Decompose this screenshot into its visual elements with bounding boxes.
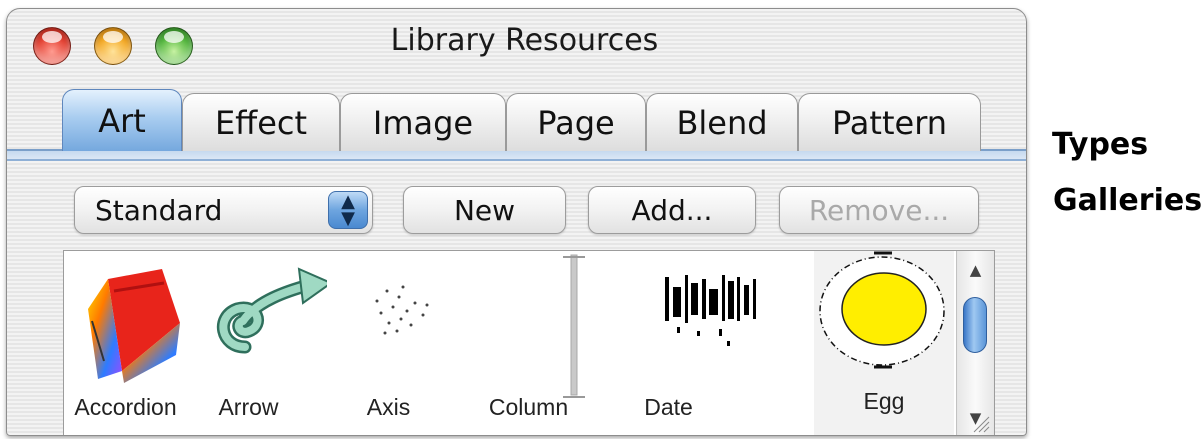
gallery-item-accordion[interactable]: Accordion bbox=[64, 251, 187, 435]
tab-blend[interactable]: Blend bbox=[646, 93, 798, 151]
gallery-item-label: Date bbox=[644, 394, 693, 420]
galleries-annotation: Galleries bbox=[1053, 183, 1203, 218]
title-bar[interactable]: Library Resources bbox=[7, 9, 1026, 73]
window-title: Library Resources bbox=[390, 23, 659, 58]
gallery-panel: Accordion Arrow Axis Column Date Egg ▲ ▼ bbox=[63, 250, 995, 435]
gallery-item-date[interactable]: Date bbox=[607, 251, 756, 435]
tab-art[interactable]: Art bbox=[62, 89, 182, 151]
tab-pattern[interactable]: Pattern bbox=[798, 93, 981, 151]
scroll-thumb[interactable] bbox=[963, 297, 987, 353]
types-annotation: Types bbox=[1052, 127, 1149, 162]
axis-art-icon bbox=[375, 285, 429, 335]
gallery-item-label: Accordion bbox=[74, 394, 177, 420]
gallery-item-label: Axis bbox=[366, 394, 411, 420]
gallery-item-axis[interactable]: Axis bbox=[327, 251, 450, 435]
gallery-select[interactable]: Standard ▲ ▼ bbox=[74, 186, 373, 234]
date-art-icon bbox=[665, 275, 756, 346]
add-button[interactable]: Add... bbox=[588, 186, 756, 234]
gallery-item-column[interactable]: Column bbox=[467, 251, 590, 435]
gallery-scrollbar[interactable]: ▲ ▼ bbox=[956, 251, 994, 435]
gallery-select-value: Standard bbox=[95, 193, 223, 227]
tab-effect[interactable]: Effect bbox=[182, 93, 340, 151]
gallery-item-egg[interactable]: Egg bbox=[814, 251, 954, 435]
tab-image[interactable]: Image bbox=[340, 93, 506, 151]
tab-page[interactable]: Page bbox=[506, 93, 646, 151]
arrow-art-icon bbox=[216, 267, 327, 354]
accordion-art-icon bbox=[88, 269, 180, 383]
gallery-item-label: Column bbox=[488, 394, 569, 420]
gallery-item-label: Egg bbox=[863, 388, 905, 414]
new-button[interactable]: New bbox=[403, 186, 566, 234]
scroll-up-arrow-icon[interactable]: ▲ bbox=[957, 261, 994, 279]
resize-grip-icon[interactable] bbox=[970, 413, 990, 433]
column-art-icon bbox=[563, 254, 585, 398]
up-down-arrows-icon: ▲ ▼ bbox=[328, 191, 368, 229]
gallery-item-arrow[interactable]: Arrow bbox=[187, 251, 327, 435]
library-resources-window: Library Resources Art Effect Image Page … bbox=[6, 8, 1027, 436]
gallery-item-label: Arrow bbox=[218, 394, 279, 420]
egg-art-icon bbox=[819, 251, 945, 369]
remove-button[interactable]: Remove... bbox=[779, 186, 979, 234]
